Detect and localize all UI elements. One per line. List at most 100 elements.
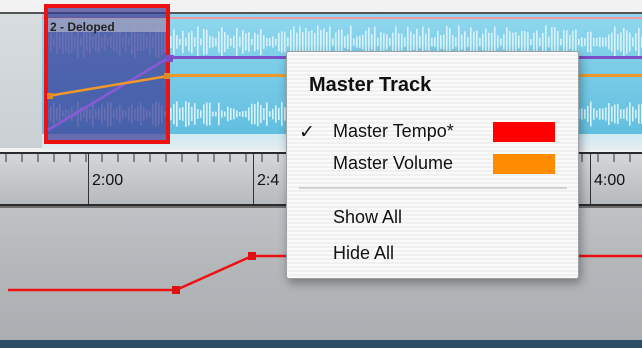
waveform-peak [248,107,250,121]
waveform-peak [431,37,433,47]
waveform-peak [278,107,280,121]
waveform-peak [239,111,241,117]
waveform-peak [179,38,181,46]
waveform-peak [242,30,244,54]
waveform-peak [518,35,520,49]
waveform-peak [602,37,604,47]
waveform-peak [176,35,178,49]
waveform-peak [584,38,586,46]
waveform-peak [581,37,583,47]
waveform-peak [626,30,628,54]
loop-purple-node[interactable] [166,55,173,62]
tempo-node-2[interactable] [248,252,256,260]
menu-item-master-tempo[interactable]: ✓ Master Tempo* [287,114,576,148]
ruler-label-2-00: 2:00 [92,172,124,189]
waveform-peak [236,27,238,57]
waveform-peak [365,30,367,54]
waveform-peak [182,30,184,54]
waveform-peak [215,37,217,47]
waveform-peak [590,31,592,53]
waveform-peak [275,38,277,46]
waveform-peak [218,31,220,53]
waveform-peak [398,33,400,51]
waveform-peak [419,35,421,49]
menu-item-show-all[interactable]: Show All [287,200,576,234]
waveform-peak [197,26,199,58]
waveform-peak [488,32,490,52]
waveform-peak [371,34,373,50]
waveform-peak [236,110,238,118]
waveform-peak [389,38,391,46]
waveform-peak [623,28,625,56]
waveform-peak [242,111,244,117]
waveform-peak [455,37,457,47]
waveform-peak [410,31,412,53]
waveform-peak [221,110,223,118]
tempo-node-1[interactable] [172,286,180,294]
waveform-peak [593,108,595,120]
waveform-peak [587,106,589,122]
waveform-peak [302,32,304,52]
waveform-peak [281,102,283,126]
waveform-peak [635,109,637,119]
waveform-peak [437,30,439,54]
waveform-peak [425,33,427,51]
menu-item-hide-all[interactable]: Hide All [287,236,576,270]
waveform-peak [530,38,532,46]
menu-divider [299,187,567,189]
waveform-peak [200,110,202,118]
waveform-peak [512,32,514,52]
waveform-peak [569,34,571,50]
waveform-peak [401,33,403,51]
waveform-peak [509,31,511,53]
waveform-peak [269,111,271,117]
waveform-peak [572,30,574,54]
loop-automation-curves [47,54,174,132]
waveform-peak [287,37,289,47]
menu-item-label: Hide All [333,243,395,263]
waveform-peak [224,111,226,117]
waveform-peak [230,108,232,120]
waveform-peak [233,108,235,120]
waveform-peak [578,38,580,46]
waveform-peak [599,108,601,120]
menu-item-master-volume[interactable]: Master Volume [287,146,576,180]
waveform-peak [344,36,346,48]
waveform-peak [257,101,259,127]
waveform-peak [362,34,364,50]
ruler-major-tick [88,154,89,204]
waveform-peak [188,32,190,52]
waveform-peak [629,102,631,126]
waveform-peak [533,32,535,52]
waveform-peak [515,32,517,52]
waveform-peak [590,101,592,127]
waveform-peak [413,34,415,50]
waveform-peak [380,32,382,52]
ruler-label-2-40: 2:4 [257,172,280,189]
waveform-peak [593,37,595,47]
waveform-peak [206,102,208,126]
waveform-peak [251,38,253,46]
waveform-peak [260,104,262,124]
waveform-peak [623,109,625,119]
ruler-label-4-00: 4:00 [594,172,626,189]
waveform-peak [608,103,610,125]
waveform-peak [620,32,622,52]
waveform-peak [278,32,280,52]
menu-item-label: Show All [333,207,403,227]
waveform-peak [611,106,613,122]
waveform-peak [467,37,469,47]
waveform-peak [182,107,184,121]
loop-orange-node-right[interactable] [164,73,170,79]
waveform-peak [194,103,196,125]
waveform-peak [353,38,355,46]
waveform-peak [638,28,640,56]
waveform-peak [332,38,334,46]
loop-orange-node-left[interactable] [47,93,53,99]
waveform-peak [557,31,559,53]
waveform-peak [194,37,196,47]
track-header-strip [0,14,43,148]
waveform-peak [587,32,589,52]
waveform-peak [581,108,583,120]
waveform-peak [503,34,505,50]
